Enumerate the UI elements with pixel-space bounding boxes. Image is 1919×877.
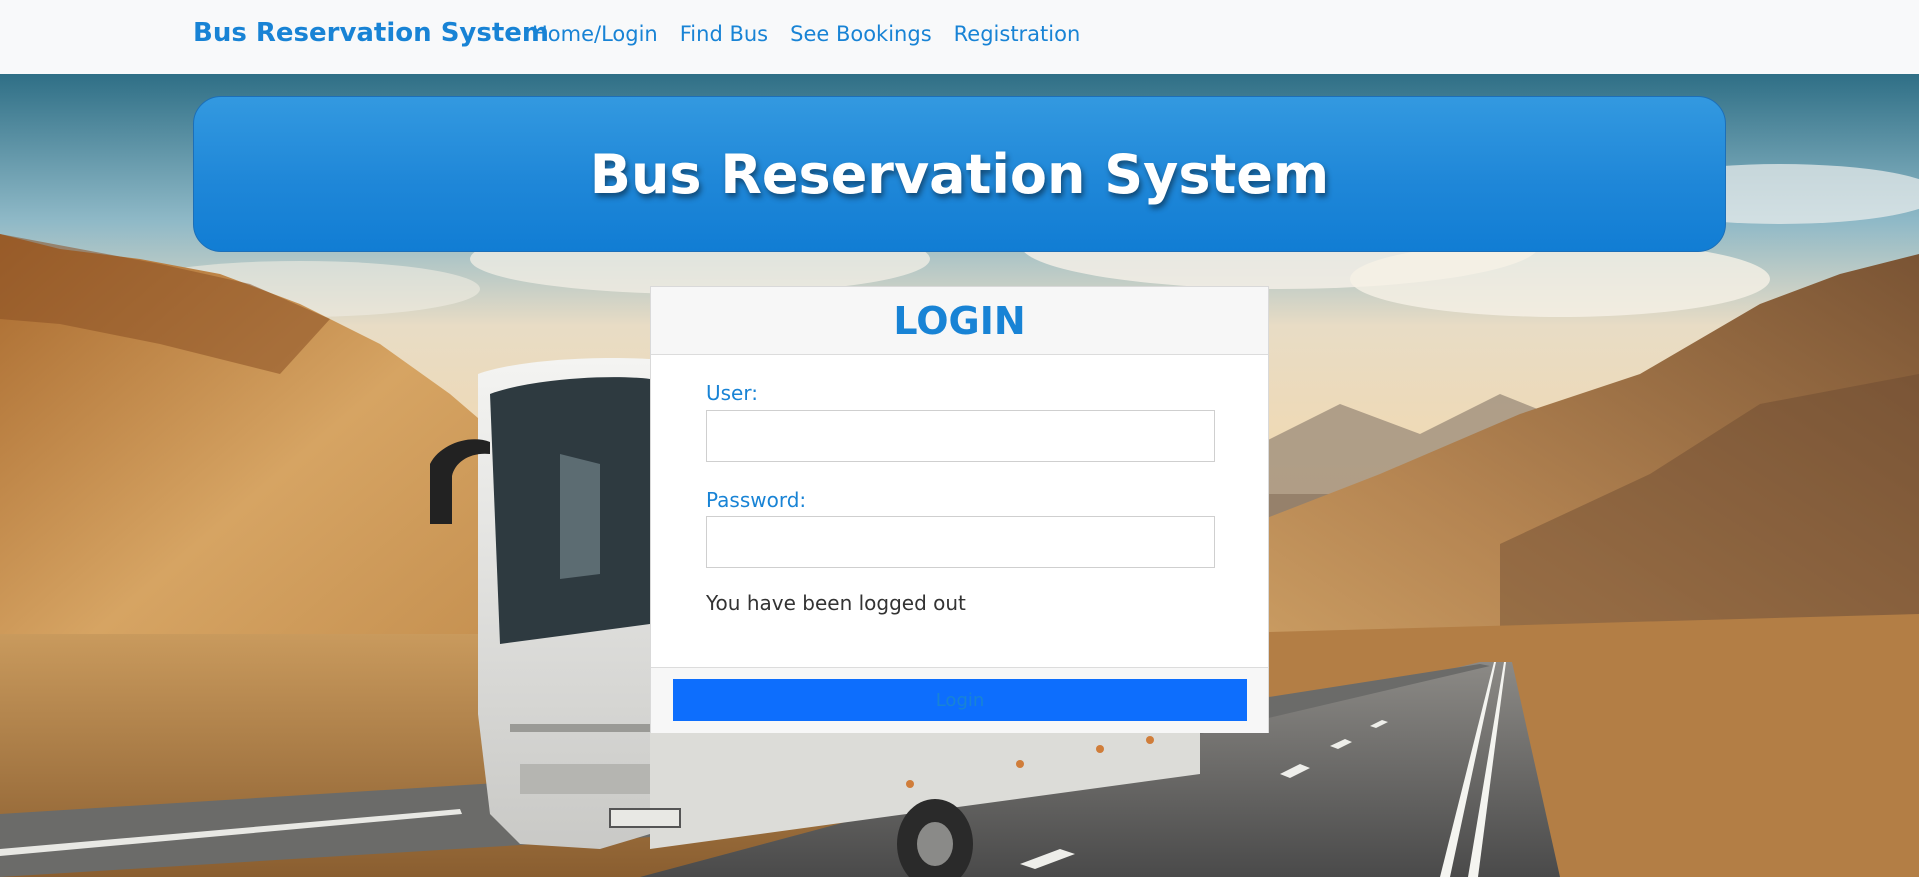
top-navbar: Bus Reservation System Home/Login Find B… bbox=[0, 0, 1919, 74]
login-card-header: LOGIN bbox=[651, 287, 1268, 355]
user-label: User: bbox=[706, 381, 758, 405]
login-card: LOGIN User: Password: You have been logg… bbox=[650, 286, 1269, 733]
brand-link[interactable]: Bus Reservation System bbox=[193, 18, 549, 48]
nav-links: Home/Login Find Bus See Bookings Registr… bbox=[532, 22, 1102, 46]
login-card-footer: Login bbox=[651, 667, 1268, 733]
login-button[interactable]: Login bbox=[673, 679, 1247, 721]
login-title: LOGIN bbox=[893, 298, 1026, 343]
logout-message: You have been logged out bbox=[706, 591, 966, 615]
banner-title: Bus Reservation System bbox=[589, 142, 1330, 206]
login-form: User: Password: You have been logged out bbox=[651, 355, 1268, 666]
user-input[interactable] bbox=[706, 410, 1215, 462]
header-banner: Bus Reservation System bbox=[193, 96, 1726, 252]
nav-home-login[interactable]: Home/Login bbox=[532, 22, 658, 46]
password-input[interactable] bbox=[706, 516, 1215, 568]
nav-see-bookings[interactable]: See Bookings bbox=[790, 22, 932, 46]
nav-find-bus[interactable]: Find Bus bbox=[680, 22, 768, 46]
password-label: Password: bbox=[706, 488, 807, 512]
nav-registration[interactable]: Registration bbox=[954, 22, 1081, 46]
